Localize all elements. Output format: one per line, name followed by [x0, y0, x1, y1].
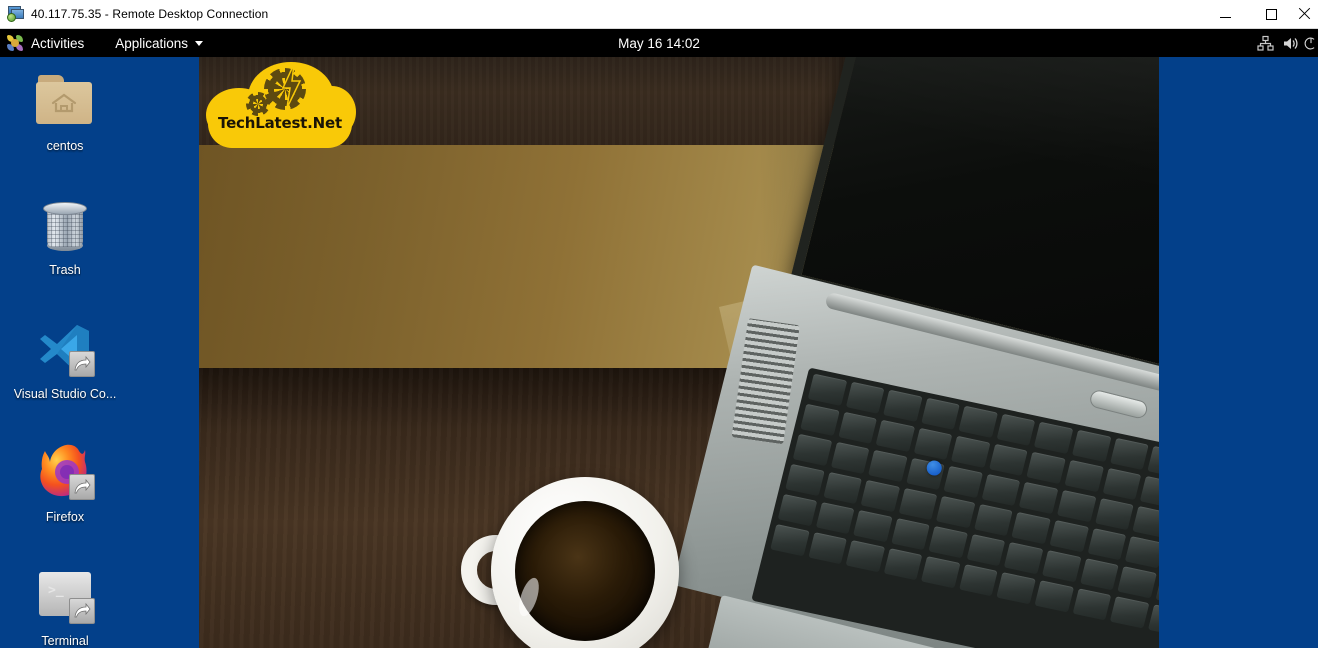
- home-folder-icon: [33, 69, 97, 133]
- visual-studio-code-icon: [33, 317, 97, 381]
- close-icon: [1298, 8, 1310, 20]
- activities-label: Activities: [31, 35, 85, 51]
- applications-label: Applications: [115, 35, 189, 51]
- desktop-icon-label: Firefox: [45, 510, 85, 524]
- titlebar-left: 40.117.75.35 - Remote Desktop Connection: [0, 6, 268, 22]
- close-button[interactable]: [1294, 0, 1318, 28]
- maximize-button[interactable]: [1248, 0, 1294, 28]
- remote-desktop-icon: [7, 6, 25, 22]
- chevron-down-icon: [195, 40, 204, 46]
- window-controls: [1202, 0, 1318, 28]
- window-title: 40.117.75.35 - Remote Desktop Connection: [31, 7, 269, 21]
- techlatest-logo-text: TechLatest.Net: [218, 114, 342, 132]
- desktop-icon-vscode[interactable]: Visual Studio Co...: [8, 317, 122, 401]
- gear-icon-small: [246, 92, 270, 116]
- clock-label: May 16 14:02: [618, 35, 700, 51]
- desktop-wallpaper: TechLatest.Net: [199, 57, 1159, 648]
- wired-network-icon[interactable]: [1252, 29, 1278, 57]
- trash-icon: [33, 193, 97, 257]
- remote-desktop-window: 40.117.75.35 - Remote Desktop Connection…: [0, 0, 1318, 648]
- techlatest-logo: TechLatest.Net: [204, 62, 356, 150]
- desktop-icon-label: Trash: [49, 263, 81, 277]
- gnome-top-bar: Activities Applications May 16 14:02: [0, 29, 1318, 57]
- desktop-area[interactable]: TechLatest.Net centos Trash Visual Studi…: [0, 57, 1318, 648]
- activities-button[interactable]: Activities: [0, 29, 93, 57]
- lightning-bolt-icon: [280, 63, 302, 109]
- minimize-button[interactable]: [1202, 0, 1248, 28]
- minimize-icon: [1219, 16, 1231, 18]
- volume-icon[interactable]: [1278, 29, 1304, 57]
- applications-menu[interactable]: Applications: [105, 29, 213, 57]
- system-status-area[interactable]: [1252, 29, 1318, 57]
- firefox-icon: [33, 440, 97, 504]
- cup-coffee: [515, 501, 655, 641]
- desktop-icon-centos[interactable]: centos: [8, 69, 122, 153]
- shortcut-badge-icon: [69, 351, 95, 377]
- gnome-logo-icon: [7, 34, 24, 52]
- top-bar-left: Activities Applications: [0, 29, 213, 57]
- desktop-icon-trash[interactable]: Trash: [8, 193, 122, 277]
- shortcut-badge-icon: [69, 598, 95, 624]
- desktop-icon-terminal[interactable]: >_ Terminal: [8, 564, 122, 648]
- desktop-icon-label: centos: [46, 139, 84, 153]
- desktop-icon-label: Terminal: [41, 634, 89, 648]
- desktop-icon-firefox[interactable]: Firefox: [8, 440, 122, 524]
- maximize-icon: [1265, 8, 1277, 20]
- desktop-icon-label: Visual Studio Co...: [13, 387, 117, 401]
- power-icon[interactable]: [1304, 29, 1318, 57]
- shortcut-badge-icon: [69, 474, 95, 500]
- wallpaper-coffee-cup: [461, 477, 679, 648]
- window-titlebar[interactable]: 40.117.75.35 - Remote Desktop Connection: [0, 0, 1318, 29]
- terminal-icon: >_: [33, 564, 97, 628]
